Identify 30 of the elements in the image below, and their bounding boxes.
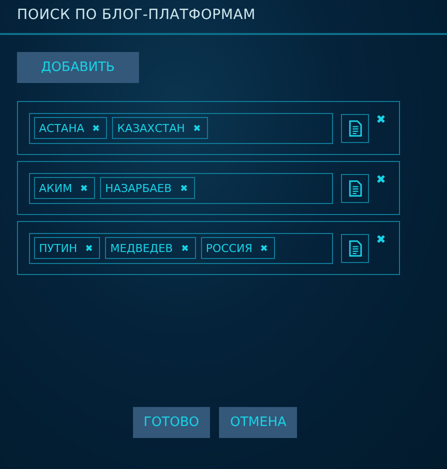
document-button[interactable]: [341, 234, 369, 262]
remove-tag-icon[interactable]: [192, 124, 201, 132]
tag-input-field[interactable]: АСТАНА КАЗАХСТАН: [29, 112, 333, 144]
remove-tag-icon[interactable]: [260, 244, 268, 252]
tag-label: РОССИЯ: [206, 242, 252, 254]
document-icon: [348, 180, 362, 196]
dialog-button[interactable]: ОТМЕНА: [219, 407, 298, 438]
document-icon: [348, 240, 362, 256]
remove-tag-icon[interactable]: [80, 184, 88, 192]
remove-tag-icon[interactable]: [180, 184, 188, 192]
dialog-button[interactable]: ГОТОВО: [132, 407, 210, 438]
remove-tag-icon[interactable]: [85, 244, 94, 252]
remove-tag-icon[interactable]: [180, 244, 189, 252]
close-icon[interactable]: [376, 114, 386, 124]
document-icon: [348, 120, 362, 136]
tag-label: КАЗАХСТАН: [117, 122, 185, 134]
tag-input-field[interactable]: ПУТИН МЕДВЕДЕВ РОССИЯ: [29, 232, 333, 264]
document-button[interactable]: [341, 114, 369, 142]
tag-input-field[interactable]: АКИМ НАЗАРБАЕВ: [29, 172, 333, 204]
close-icon[interactable]: [376, 174, 386, 184]
tag-label: АКИМ: [39, 182, 72, 194]
tag-label: АСТАНА: [39, 122, 84, 134]
close-icon[interactable]: [376, 234, 386, 244]
tag-label: МЕДВЕДЕВ: [110, 242, 173, 254]
remove-tag-icon[interactable]: [92, 124, 100, 132]
dialog-title: ПОИСК ПО БЛОГ-ПЛАТФОРМАМ: [16, 6, 257, 25]
tag-label: НАЗАРБАЕВ: [105, 182, 172, 194]
add-button[interactable]: ДОБАВИТЬ: [17, 52, 139, 83]
tag-label: ПУТИН: [39, 242, 78, 254]
document-button[interactable]: [341, 174, 369, 202]
